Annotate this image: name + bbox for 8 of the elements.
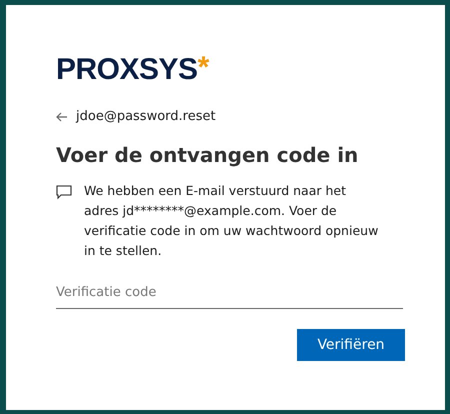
page-heading: Voer de ontvangen code in	[56, 142, 360, 168]
speech-bubble-icon	[56, 184, 72, 200]
back-link[interactable]: jdoe@password.reset	[56, 107, 216, 126]
verification-code-field[interactable]: Verificatie code	[56, 282, 403, 309]
info-message: We hebben een E-mail verstuurd naar het adres jd********@example.com. Voer de verificatie code in om uw wachtwoord opnieuw in te stellen.	[84, 182, 380, 260]
back-arrow-icon	[56, 112, 68, 122]
verify-button[interactable]: Verifiëren	[297, 329, 405, 361]
logo: PROXSYS*	[56, 55, 210, 87]
